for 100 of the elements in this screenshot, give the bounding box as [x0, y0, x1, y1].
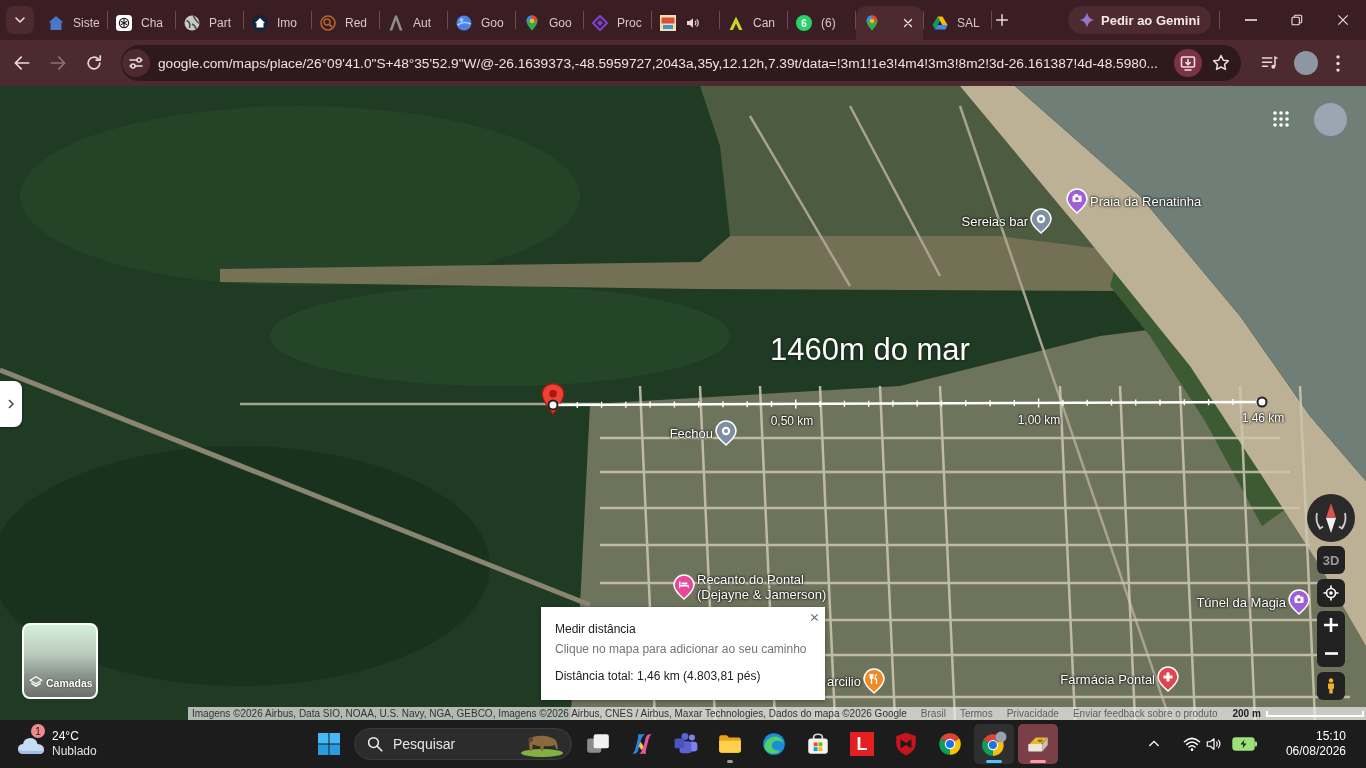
browser-tab[interactable]: Imo [244, 6, 311, 40]
address-field[interactable]: google.com/maps/place/26°09'41.0"S+48°35'52.9"W/@-26.1639373,-48.5959727,2043a,35y,12.12h,7.39t/data=!3m1!1e3!4m4!3m3!8m2!3d-26.161387!4d-48.5980... [121, 45, 1241, 81]
sphere-icon [456, 15, 472, 31]
magnifier-icon [320, 15, 336, 31]
notification-badge: 1 [31, 724, 45, 738]
footer-link[interactable]: Termos [959, 708, 993, 719]
browser-tab[interactable]: 6 (6) [788, 6, 855, 40]
browser-tab[interactable]: Siste [40, 6, 107, 40]
speaker-icon[interactable] [1204, 735, 1223, 753]
bookmark-star-icon[interactable] [1211, 53, 1231, 73]
plus-icon [994, 12, 1010, 28]
tricolor-wheel-icon [981, 731, 1007, 757]
house-icon [48, 15, 64, 31]
browser-tab[interactable]: Can [720, 6, 787, 40]
four-panes-icon [317, 732, 341, 756]
clock-date: 06/08/2026 [1285, 744, 1346, 759]
arrowhead-icon [728, 15, 744, 31]
search-icon [366, 735, 384, 753]
panel-title: Medir distância [555, 622, 637, 636]
bed-pin-icon[interactable] [673, 574, 695, 600]
close-icon[interactable] [901, 16, 915, 30]
footer-link[interactable]: Brasil [920, 708, 946, 719]
place-pin-icon[interactable] [715, 420, 737, 446]
my-location-button[interactable] [1317, 579, 1345, 607]
gemini-button[interactable]: Pedir ao Gemini [1068, 6, 1211, 34]
restore-icon [1289, 12, 1305, 28]
tab-search-button[interactable] [6, 6, 34, 34]
tune-icon[interactable] [122, 49, 150, 77]
letter-tile-icon: L [850, 732, 874, 756]
search-field[interactable]: Pesquisar [354, 728, 572, 760]
url-text: google.com/maps/place/26°09'41.0"S+48°35'52.9"W/@-26.1639373,-48.5959727,2043a,35y,12.12h,7.39t/data=!3m1!1e3!4m4!3m3!8m2!3d-26.161387!4d-48.5980... [158, 55, 1159, 71]
close-icon [1335, 12, 1351, 28]
place-label[interactable]: Recanto do Pontal (Dejayne & Jamerson) [697, 572, 847, 602]
reload-icon [84, 53, 104, 73]
place-label[interactable]: Túnel da Magia [1196, 594, 1286, 610]
place-label[interactable]: Farmácia Pontal [1060, 671, 1155, 687]
temperature-text: 24°C [52, 729, 80, 744]
picture-icon [660, 15, 676, 31]
profile-avatar[interactable] [1294, 51, 1318, 75]
place-pin-icon[interactable] [1030, 208, 1052, 234]
chevron-right-icon [5, 398, 17, 410]
browser-tab[interactable]: Goo [448, 6, 515, 40]
home-icon [252, 15, 268, 31]
place-label[interactable]: Sereias bar [961, 213, 1028, 229]
shopping-bag-icon [805, 731, 831, 757]
forward-arrow-icon [48, 53, 68, 73]
taskbar-app-button[interactable] [974, 724, 1014, 764]
browser-tab[interactable]: Part [176, 6, 243, 40]
total-distance: Distância total: 1,46 km (4.803,81 pés) [555, 669, 762, 683]
peak-icon [388, 15, 404, 31]
taskbar-app-button[interactable]: L [842, 724, 882, 764]
place-label[interactable]: arcilio [827, 673, 861, 689]
footer-link[interactable]: Privacidade [1006, 708, 1059, 719]
scale-bar-icon [1265, 709, 1364, 718]
panel-hint: Clique no mapa para adicionar ao seu caminho [555, 642, 808, 656]
layers-button[interactable]: Camadas [22, 623, 98, 699]
globe-icon [184, 15, 200, 31]
more-vertical-icon [1336, 54, 1340, 72]
battery-charging-icon[interactable] [1231, 736, 1258, 752]
browser-tab[interactable]: SAL [924, 6, 991, 40]
measure-point-icon[interactable] [1256, 396, 1268, 408]
scale-label: 200 m [1232, 708, 1261, 719]
wifi-icon[interactable] [1182, 735, 1201, 753]
clock-time: 15:10 [1315, 729, 1346, 744]
camera-pin-icon[interactable] [1066, 188, 1088, 214]
map-pin-icon [524, 15, 540, 31]
close-icon[interactable] [809, 612, 820, 623]
distance-label: 1,46 km [1241, 410, 1285, 426]
minimize-icon [1245, 19, 1257, 21]
compass-icon[interactable] [1307, 494, 1355, 542]
tilt-3d-button[interactable]: 3D [1317, 546, 1345, 574]
weather-condition: Nublado [52, 744, 97, 759]
map-pin-icon [864, 15, 880, 31]
distance-label: 1,00 km [1017, 412, 1061, 428]
wheel-icon [116, 15, 132, 31]
cloud-icon[interactable] [17, 735, 45, 755]
camera-pin-icon[interactable] [1288, 589, 1310, 615]
side-panel-toggle[interactable] [0, 381, 22, 427]
footer-link[interactable]: Enviar feedback sobre o produto [1072, 708, 1218, 719]
browser-tab[interactable]: Proc [584, 6, 651, 40]
place-label[interactable]: Fechou [669, 425, 713, 441]
plus-icon [1324, 618, 1338, 632]
browser-tab[interactable]: Cha [108, 6, 175, 40]
street-view-button[interactable] [1317, 672, 1345, 700]
cross-pin-icon[interactable] [1157, 666, 1179, 692]
browser-tab[interactable]: Aut [380, 6, 447, 40]
browser-tab[interactable] [856, 6, 923, 40]
browser-tab[interactable]: Red [312, 6, 379, 40]
fork-pin-icon[interactable] [863, 668, 885, 694]
shield-icon [893, 731, 919, 757]
map-attribution: Imagens ©2026 Airbus, Data SIO, NOAA, U.S. Navy, NGA, GEBCO, Imagens ©2026 Airbus, CNES / Airbus, Maxar Technologies, Dados do mapa ©2026 Google [192, 708, 907, 719]
sparkle-icon [1079, 12, 1095, 28]
taskbar-app-button[interactable] [1018, 724, 1058, 764]
apps-grid-icon[interactable] [1272, 110, 1290, 128]
triangle-logo-icon [932, 15, 948, 31]
wave-circle-icon [761, 731, 787, 757]
distance-label: 0,50 km [770, 413, 814, 429]
install-app-icon[interactable] [1174, 49, 1202, 77]
measure-point-icon[interactable] [547, 399, 559, 411]
browser-tab[interactable]: Goo [516, 6, 583, 40]
